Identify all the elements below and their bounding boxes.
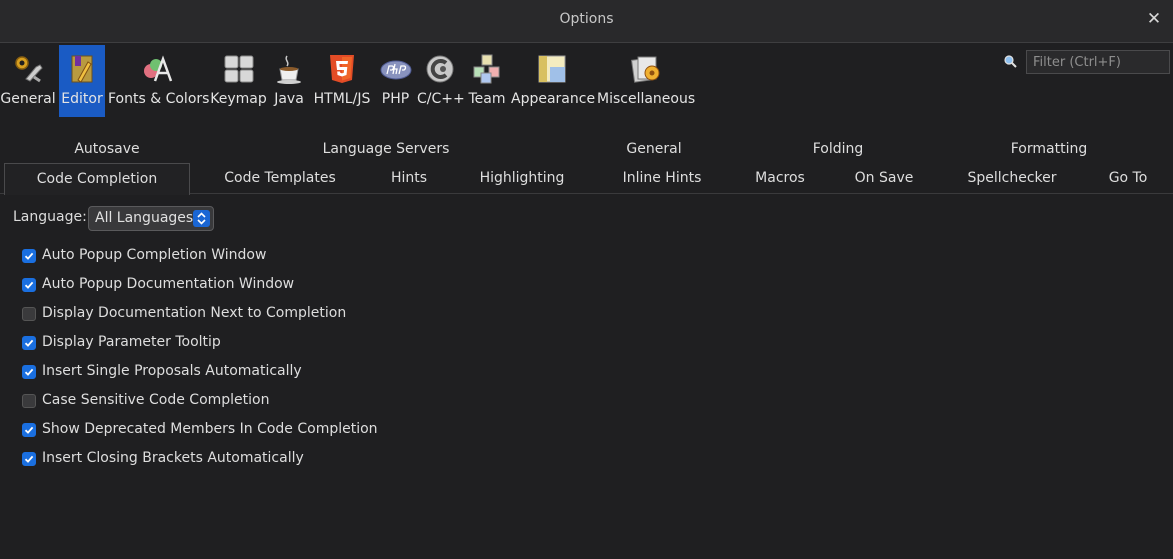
category-editor[interactable]: Editor — [59, 45, 105, 117]
option-label: Show Deprecated Members In Code Completi… — [42, 421, 378, 437]
wrench-gear-icon — [15, 56, 43, 83]
checkmark-icon — [24, 455, 34, 463]
search-icon — [1004, 55, 1017, 68]
checkbox-checked[interactable] — [22, 336, 36, 350]
tab-hints[interactable]: Hints — [370, 163, 448, 193]
category-c-cpp[interactable]: C/C++ — [417, 45, 465, 117]
tab-on-save[interactable]: On Save — [832, 163, 936, 193]
tabs-row-2: Code Completion Code Templates Hints Hig… — [0, 163, 1173, 195]
misc-cards-icon — [630, 56, 660, 83]
category-general[interactable]: General — [0, 45, 56, 117]
tab-autosave[interactable]: Autosave — [4, 134, 210, 164]
checkbox-unchecked[interactable] — [22, 307, 36, 321]
language-value: All Languages — [95, 210, 194, 226]
window-title: Options — [559, 11, 614, 27]
option-label: Display Parameter Tooltip — [42, 334, 221, 350]
checkbox-checked[interactable] — [22, 249, 36, 263]
php-icon — [380, 60, 411, 80]
editor-book-icon — [71, 55, 93, 83]
checkmark-icon — [24, 426, 34, 434]
category-toolbar: General Editor Fonts & Colors Keymap Jav… — [0, 44, 1173, 118]
tab-folding[interactable]: Folding — [756, 134, 920, 164]
option-label: Display Documentation Next to Completion — [42, 305, 347, 321]
team-cubes-icon — [473, 54, 500, 84]
checkmark-icon — [24, 281, 34, 289]
category-html-js[interactable]: HTML/JS — [311, 45, 373, 117]
tab-code-templates[interactable]: Code Templates — [200, 163, 360, 193]
checkmark-icon — [24, 368, 34, 376]
title-bar: Options ✕ — [0, 0, 1173, 43]
category-keymap[interactable]: Keymap — [210, 45, 267, 117]
appearance-layout-icon — [538, 55, 566, 83]
checkmark-icon — [24, 252, 34, 260]
category-label: C/C++ — [417, 91, 465, 107]
tab-macros[interactable]: Macros — [738, 163, 822, 193]
font-palette-icon — [144, 55, 173, 82]
tab-highlighting[interactable]: Highlighting — [458, 163, 586, 193]
checkbox-checked[interactable] — [22, 452, 36, 466]
option-label: Insert Closing Brackets Automatically — [42, 450, 304, 466]
select-spinner-icon — [193, 210, 210, 227]
filter-input[interactable] — [1026, 50, 1170, 74]
tab-spellchecker[interactable]: Spellchecker — [946, 163, 1078, 193]
category-java[interactable]: Java — [271, 45, 307, 117]
category-label: Appearance — [511, 91, 596, 107]
keyboard-icon — [224, 55, 253, 83]
category-php[interactable]: PHP — [377, 45, 414, 117]
category-label: Keymap — [210, 91, 267, 107]
checkbox-checked[interactable] — [22, 365, 36, 379]
tabs-row-1: Autosave Language Servers General Foldin… — [0, 134, 1173, 164]
tab-formatting[interactable]: Formatting — [950, 134, 1148, 164]
language-label: Language: — [13, 209, 87, 225]
tab-language-servers[interactable]: Language Servers — [240, 134, 532, 164]
tab-go-to[interactable]: Go To — [1088, 163, 1168, 193]
category-fonts-colors[interactable]: Fonts & Colors — [108, 45, 210, 117]
checkbox-checked[interactable] — [22, 423, 36, 437]
language-select[interactable]: All Languages — [88, 206, 214, 231]
category-appearance[interactable]: Appearance — [511, 45, 596, 117]
category-label: Editor — [61, 91, 103, 107]
category-team[interactable]: Team — [466, 45, 508, 117]
category-label: Team — [468, 91, 506, 107]
category-label: Miscellaneous — [597, 91, 696, 107]
tab-general[interactable]: General — [552, 134, 756, 164]
option-label: Auto Popup Documentation Window — [42, 276, 295, 292]
category-label: Fonts & Colors — [108, 91, 210, 107]
tab-inline-hints[interactable]: Inline Hints — [596, 163, 728, 193]
java-cup-icon — [277, 55, 301, 84]
tab-code-completion[interactable]: Code Completion — [4, 163, 190, 195]
category-label: HTML/JS — [313, 91, 371, 107]
option-label: Case Sensitive Code Completion — [42, 392, 270, 408]
cpp-icon — [426, 55, 454, 83]
close-icon[interactable]: ✕ — [1145, 9, 1163, 29]
option-label: Insert Single Proposals Automatically — [42, 363, 302, 379]
checkbox-unchecked[interactable] — [22, 394, 36, 408]
category-label: Java — [274, 91, 304, 107]
checkmark-icon — [24, 339, 34, 347]
option-label: Auto Popup Completion Window — [42, 247, 267, 263]
category-label: General — [0, 91, 56, 107]
category-miscellaneous[interactable]: Miscellaneous — [597, 45, 695, 117]
checkbox-checked[interactable] — [22, 278, 36, 292]
category-label: PHP — [381, 91, 410, 107]
html5-icon — [330, 55, 354, 83]
